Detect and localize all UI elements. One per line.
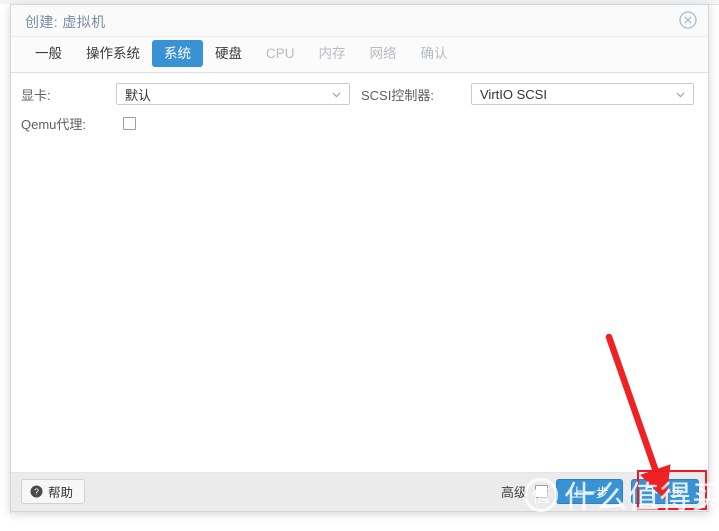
close-icon[interactable] bbox=[678, 10, 698, 30]
chevron-down-icon bbox=[675, 89, 686, 100]
tab-cpu: CPU bbox=[266, 46, 295, 61]
graphics-select-value: 默认 bbox=[125, 87, 152, 103]
chevron-down-icon bbox=[331, 89, 342, 100]
qemu-agent-label: Qemu代理: bbox=[21, 117, 87, 132]
qemu-agent-checkbox[interactable] bbox=[123, 117, 136, 130]
create-vm-dialog: 创建: 虚拟机 一般 操作系统 系统 硬盘 CPU 内存 网络 确认 显卡: 默… bbox=[10, 4, 709, 512]
field-row-graphics: 显卡: 默认 bbox=[21, 83, 350, 105]
tab-disk[interactable]: 硬盘 bbox=[203, 40, 254, 67]
tab-confirm: 确认 bbox=[420, 46, 448, 61]
tab-list: 一般 操作系统 系统 硬盘 CPU 内存 网络 确认 bbox=[23, 40, 460, 67]
scsi-label: SCSI控制器: bbox=[361, 87, 434, 103]
advanced-checkbox[interactable] bbox=[534, 485, 548, 498]
footer-actions: 高级 上一步 下一步 bbox=[501, 479, 699, 504]
field-row-scsi: SCSI控制器: VirtIO SCSI bbox=[361, 83, 694, 105]
tab-os[interactable]: 操作系统 bbox=[74, 40, 152, 67]
graphics-select[interactable]: 默认 bbox=[116, 83, 350, 105]
svg-text:?: ? bbox=[34, 487, 39, 497]
dialog-body: 显卡: 默认 SCSI控制器: VirtIO SCSI Qemu代理: bbox=[11, 73, 708, 473]
scsi-select[interactable]: VirtIO SCSI bbox=[471, 83, 694, 105]
question-circle-icon: ? bbox=[30, 485, 43, 498]
tab-network: 网络 bbox=[369, 46, 397, 61]
next-button[interactable]: 下一步 bbox=[631, 479, 699, 504]
page-title: 创建: 虚拟机 bbox=[25, 14, 106, 30]
scsi-select-value: VirtIO SCSI bbox=[480, 86, 547, 102]
back-button[interactable]: 上一步 bbox=[555, 479, 624, 504]
tab-system[interactable]: 系统 bbox=[152, 40, 203, 67]
help-button[interactable]: ? 帮助 bbox=[21, 479, 86, 504]
dialog-footer: ? 帮助 高级 上一步 下一步 bbox=[11, 473, 708, 511]
graphics-label: 显卡: bbox=[21, 87, 51, 103]
field-row-qemu-agent: Qemu代理: bbox=[21, 114, 136, 133]
dialog-titlebar: 创建: 虚拟机 bbox=[11, 5, 708, 37]
help-button-label: 帮助 bbox=[48, 486, 74, 500]
dialog-tabbar: 一般 操作系统 系统 硬盘 CPU 内存 网络 确认 bbox=[11, 37, 708, 73]
tab-general[interactable]: 一般 bbox=[23, 40, 74, 67]
tab-memory: 内存 bbox=[318, 46, 346, 61]
advanced-label: 高级 bbox=[500, 485, 527, 500]
